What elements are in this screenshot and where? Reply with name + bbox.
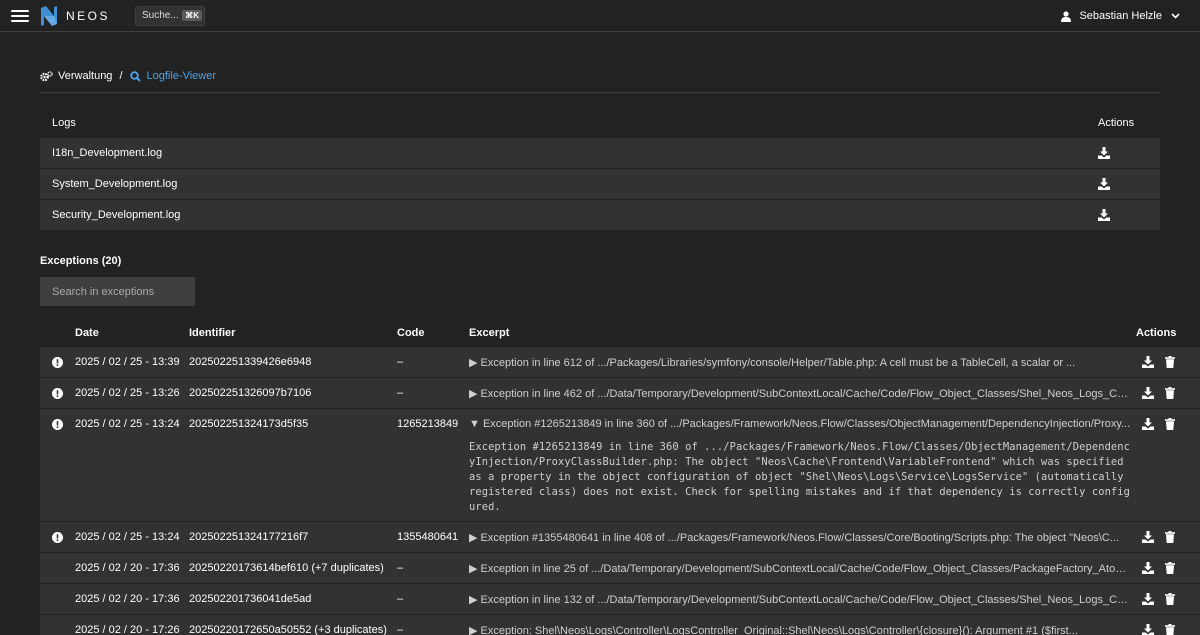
exception-code: – <box>397 387 404 399</box>
chevron-down-icon <box>1171 13 1180 19</box>
breadcrumb-administration-label: Verwaltung <box>58 70 113 82</box>
exception-identifier: 20250220173614bef610 (+7 duplicates) <box>189 562 384 574</box>
breadcrumb-current-label: Logfile-Viewer <box>146 70 217 82</box>
trash-icon[interactable] <box>1165 531 1175 543</box>
log-file-name: Security_Development.log <box>52 209 181 221</box>
trash-icon[interactable] <box>1165 387 1175 399</box>
exception-date: 2025 / 02 / 25 - 13:39 <box>75 356 180 368</box>
trash-icon[interactable] <box>1165 593 1175 605</box>
log-file-name: System_Development.log <box>52 178 178 190</box>
exception-row: 2025 / 02 / 20 - 17:36 20250220173614bef… <box>40 553 1200 584</box>
user-name: Sebastian Helzle <box>1079 10 1162 22</box>
exceptions-search-input[interactable] <box>40 277 195 306</box>
download-icon[interactable] <box>1142 624 1154 635</box>
download-icon[interactable] <box>1142 562 1154 574</box>
excerpt-column-header: Excerpt <box>469 326 510 339</box>
breadcrumb: Verwaltung / Logfile-Viewer <box>40 70 216 82</box>
log-file-row: System_Development.log <box>40 169 1160 200</box>
download-icon[interactable] <box>1142 387 1154 399</box>
breadcrumb-separator: / <box>119 70 123 82</box>
trash-icon[interactable] <box>1165 356 1175 368</box>
logs-actions-header: Actions <box>1098 117 1135 129</box>
exception-date: 2025 / 02 / 20 - 17:36 <box>75 562 180 574</box>
exceptions-title: Exceptions (20) <box>40 255 122 267</box>
exception-excerpt-toggle[interactable]: ▶ Exception #1355480641 in line 408 of .… <box>469 531 1132 544</box>
exception-date: 2025 / 02 / 25 - 13:24 <box>75 531 180 543</box>
breadcrumb-logfile-viewer[interactable]: Logfile-Viewer <box>129 70 217 82</box>
menu-icon[interactable] <box>0 0 40 32</box>
exceptions-table: Date Identifier Code Excerpt Actions 202… <box>40 318 1200 635</box>
exception-excerpt-toggle[interactable]: ▼ Exception #1265213849 in line 360 of .… <box>469 418 1132 430</box>
divider <box>40 92 1160 93</box>
exception-date: 2025 / 02 / 20 - 17:26 <box>75 624 180 635</box>
log-file-row: I18n_Development.log <box>40 138 1160 169</box>
exclamation-circle-icon <box>52 531 63 543</box>
exception-excerpt-toggle[interactable]: ▶ Exception: Shel\Neos\Logs\Controller\L… <box>469 624 1132 635</box>
exclamation-circle-icon <box>52 356 63 368</box>
download-icon[interactable] <box>1098 178 1110 190</box>
exception-code: 1355480641 <box>397 531 459 543</box>
exception-identifier: 202502201736041de5ad <box>189 593 312 605</box>
download-icon[interactable] <box>1142 531 1154 543</box>
trash-icon[interactable] <box>1165 624 1175 635</box>
exception-code: – <box>397 593 404 605</box>
exception-identifier: 202502251326097b7106 <box>189 387 312 399</box>
trash-icon[interactable] <box>1165 562 1175 574</box>
download-icon[interactable] <box>1142 593 1154 605</box>
exception-date: 2025 / 02 / 25 - 13:26 <box>75 387 180 399</box>
exception-code: – <box>397 562 404 574</box>
actions-column-header: Actions <box>1136 326 1177 339</box>
search-shortcut-badge: ⌘K <box>182 10 203 21</box>
exception-excerpt-toggle[interactable]: ▶ Exception in line 612 of .../Packages/… <box>469 356 1132 369</box>
exception-row: 2025 / 02 / 25 - 13:39 202502251339426e6… <box>40 347 1200 378</box>
cogs-icon <box>40 70 53 81</box>
download-icon[interactable] <box>1098 209 1110 221</box>
exception-row: 2025 / 02 / 20 - 17:26 20250220172650a50… <box>40 615 1200 635</box>
exception-excerpt-toggle[interactable]: ▶ Exception in line 25 of .../Data/Tempo… <box>469 562 1132 575</box>
exception-excerpt-toggle[interactable]: ▶ Exception in line 132 of .../Data/Temp… <box>469 593 1132 606</box>
brand-text: NEOS <box>66 8 111 23</box>
exception-row: 2025 / 02 / 25 - 13:24 20250225132417721… <box>40 522 1200 553</box>
exclamation-circle-icon <box>52 387 63 399</box>
logs-table: Logs Actions I18n_Development.log System… <box>40 108 1160 231</box>
user-menu[interactable]: Sebastian Helzle <box>1061 0 1180 32</box>
exception-row: 2025 / 02 / 20 - 17:36 202502201736041de… <box>40 584 1200 615</box>
exclamation-circle-icon <box>52 418 63 430</box>
identifier-column-header: Identifier <box>189 326 236 339</box>
log-file-name: I18n_Development.log <box>52 147 163 159</box>
user-icon <box>1061 10 1072 22</box>
exception-identifier: 202502251339426e6948 <box>189 356 312 368</box>
trash-icon[interactable] <box>1165 418 1175 430</box>
exception-row-expanded: 2025 / 02 / 25 - 13:24 202502251324173d5… <box>40 409 1200 522</box>
exception-date: 2025 / 02 / 25 - 13:24 <box>75 418 180 430</box>
code-column-header: Code <box>397 326 425 339</box>
download-icon[interactable] <box>1142 356 1154 368</box>
top-bar: NEOS Suche... ⌘K Sebastian Helzle <box>0 0 1200 32</box>
date-column-header: Date <box>75 326 99 339</box>
exception-code: – <box>397 356 404 368</box>
download-icon[interactable] <box>1142 418 1154 430</box>
exception-excerpt-toggle[interactable]: ▶ Exception in line 462 of .../Data/Temp… <box>469 387 1132 400</box>
exception-code: – <box>397 624 404 635</box>
exception-date: 2025 / 02 / 20 - 17:36 <box>75 593 180 605</box>
log-file-row: Security_Development.log <box>40 200 1160 231</box>
exception-identifier: 202502251324177216f7 <box>189 531 309 543</box>
download-icon[interactable] <box>1098 147 1110 159</box>
logs-column-header: Logs <box>52 117 76 129</box>
global-search-button[interactable]: Suche... ⌘K <box>135 5 206 26</box>
exception-identifier: 20250220172650a50552 (+3 duplicates) <box>189 624 387 635</box>
exceptions-table-header: Date Identifier Code Excerpt Actions <box>40 318 1200 347</box>
global-search-label: Suche... <box>142 10 179 21</box>
neos-logo-icon <box>41 5 57 26</box>
neos-logo[interactable]: NEOS <box>40 5 111 26</box>
exception-identifier: 202502251324173d5f35 <box>189 418 309 430</box>
logs-table-header: Logs Actions <box>40 108 1160 138</box>
exception-detail-text: Exception #1265213849 in line 360 of ...… <box>469 441 1130 513</box>
exception-code: 1265213849 <box>397 418 459 430</box>
breadcrumb-administration[interactable]: Verwaltung <box>40 70 112 82</box>
exception-row: 2025 / 02 / 25 - 13:26 202502251326097b7… <box>40 378 1200 409</box>
search-icon <box>129 70 141 82</box>
